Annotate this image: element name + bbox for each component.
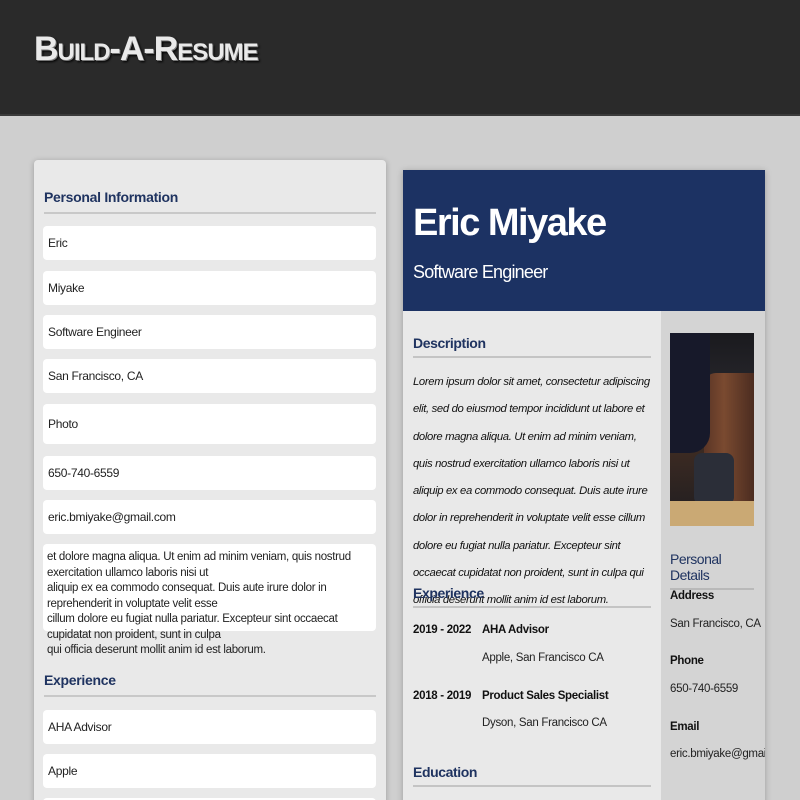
- first-name-input[interactable]: Eric: [43, 226, 376, 260]
- resume-banner: Eric Miyake Software Engineer: [403, 170, 765, 311]
- experience-role: Product Sales Specialist: [482, 690, 609, 702]
- experience-role: AHA Advisor: [482, 624, 549, 636]
- description-line: aliquip ex ea commodo consequat. Duis au…: [47, 581, 372, 612]
- address-label: Address: [670, 590, 714, 602]
- description-line: cillum dolore eu fugiat nulla pariatur. …: [47, 612, 372, 643]
- location-input[interactable]: San Francisco, CA: [43, 359, 376, 393]
- phone-label: Phone: [670, 655, 704, 667]
- experience-org: Dyson, San Francisco CA: [482, 717, 607, 729]
- job-title-input[interactable]: Software Engineer: [43, 315, 376, 349]
- description-line-4: qui officia deserunt mollit anim id est …: [47, 644, 266, 656]
- personal-details-heading: Personal Details: [670, 551, 754, 590]
- address-value: San Francisco, CA: [670, 618, 761, 630]
- email-label: Email: [670, 721, 700, 733]
- phone-input[interactable]: 650-740-6559: [43, 456, 376, 490]
- resume-preview: Eric Miyake Software Engineer Descriptio…: [403, 170, 765, 800]
- phone-value: 650-740-6559: [670, 683, 739, 695]
- last-name-input[interactable]: Miyake: [43, 271, 376, 305]
- photo-floor-shape: [670, 501, 754, 526]
- resume-editor-panel: Personal Information Eric Miyake Softwar…: [34, 160, 386, 800]
- experience-years: 2018 - 2019: [413, 690, 472, 702]
- description-line-2: aliquip ex ea commodo consequat. Duis au…: [47, 582, 327, 610]
- experience-company-input[interactable]: Apple: [43, 754, 376, 788]
- experience-org: Apple, San Francisco CA: [482, 652, 604, 664]
- resume-sidebar: Personal Details Address San Francisco, …: [661, 311, 765, 800]
- photo-bag-shape: [694, 453, 734, 505]
- experience-years: 2019 - 2022: [413, 624, 472, 636]
- app-logo[interactable]: Build-A-Resume: [34, 30, 259, 69]
- resume-experience-heading: Experience: [413, 585, 651, 608]
- email-value: eric.bmiyake@gmail.com: [670, 748, 765, 760]
- experience-heading: Experience: [44, 672, 376, 697]
- resume-name: Eric Miyake: [413, 202, 607, 244]
- experience-role-input[interactable]: AHA Advisor: [43, 710, 376, 744]
- description-line: et dolore magna aliqua. Ut enim ad minim…: [47, 550, 372, 581]
- description-line-3: cillum dolore eu fugiat nulla pariatur. …: [47, 613, 338, 641]
- photo-person-shape: [670, 333, 710, 453]
- description-textarea[interactable]: et dolore magna aliqua. Ut enim ad minim…: [43, 544, 376, 656]
- resume-job-title: Software Engineer: [413, 262, 548, 282]
- email-input[interactable]: eric.bmiyake@gmail.com: [43, 500, 376, 534]
- description-line-1: et dolore magna aliqua. Ut enim ad minim…: [47, 551, 351, 579]
- resume-description: Lorem ipsum dolor sit amet, consectetur …: [413, 376, 650, 607]
- description-line: qui officia deserunt mollit anim id est …: [47, 643, 372, 659]
- description-heading: Description: [413, 335, 651, 358]
- photo-upload-input[interactable]: Photo: [43, 404, 376, 444]
- education-heading: Education: [413, 764, 651, 787]
- app-header: Build-A-Resume: [0, 0, 800, 116]
- personal-info-heading: Personal Information: [44, 189, 376, 214]
- profile-photo: [670, 333, 754, 526]
